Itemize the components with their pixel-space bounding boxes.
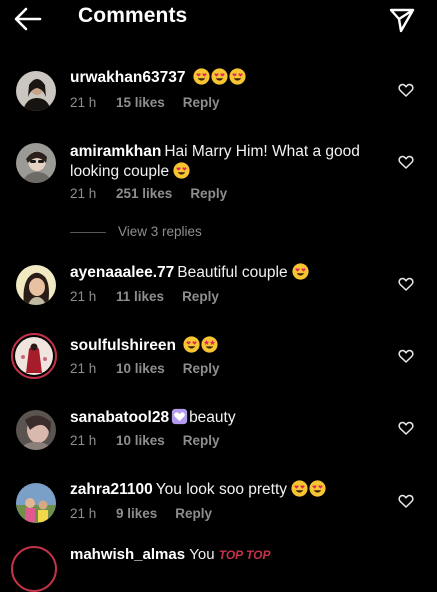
paper-plane-icon — [389, 8, 415, 33]
heart-eyes-emoji-icon — [193, 68, 210, 85]
comment-likes[interactable]: 15 likes — [116, 95, 165, 110]
comment-text: sanabatool28 beauty — [70, 408, 380, 428]
avatar[interactable] — [16, 71, 56, 111]
comment-body: beauty — [189, 409, 236, 426]
avatar[interactable] — [16, 265, 56, 305]
comment-meta: 21 h 251 likes Reply — [70, 186, 227, 201]
comment-likes[interactable]: 9 likes — [116, 506, 157, 521]
reply-button[interactable]: Reply — [183, 433, 220, 448]
back-button[interactable] — [14, 6, 42, 32]
comment-likes[interactable]: 11 likes — [116, 289, 164, 304]
reply-button[interactable]: Reply — [183, 95, 220, 110]
heart-eyes-emoji-icon — [211, 68, 228, 85]
comment-username[interactable]: mahwish_almas — [70, 546, 185, 563]
comment-meta: 21 h 10 likes Reply — [70, 433, 220, 448]
heart-eyes-emoji-icon — [292, 263, 309, 280]
comment-username[interactable]: soulfulshireen — [70, 337, 176, 354]
avatar[interactable] — [16, 410, 56, 450]
heart-icon[interactable] — [398, 348, 414, 364]
avatar[interactable] — [16, 483, 56, 523]
comment-text: urwakhan63737 — [70, 68, 380, 88]
comment-likes[interactable]: 251 likes — [116, 186, 172, 201]
comment-body: You — [189, 546, 215, 563]
reply-button[interactable]: Reply — [183, 361, 220, 376]
comment-time: 21 h — [70, 361, 97, 376]
page-title: Comments — [78, 4, 188, 27]
comment-text: zahra21100 You look soo pretty — [70, 480, 380, 500]
heart-eyes-emoji-icon — [309, 480, 326, 497]
heart-eyes-emoji-icon — [229, 68, 246, 85]
comment-text: soulfulshireen — [70, 336, 380, 356]
heart-eyes-emoji-icon — [291, 480, 308, 497]
comment-meta: 21 h 11 likes Reply — [70, 289, 219, 304]
view-replies-label: View 3 replies — [118, 224, 202, 239]
avatar[interactable] — [15, 337, 53, 375]
comment-text: ayenaaalee.77 Beautiful couple — [70, 263, 380, 283]
comment-username[interactable]: sanabatool28 — [70, 409, 169, 426]
heart-icon[interactable] — [398, 82, 414, 98]
replies-divider-line — [70, 231, 106, 233]
story-ring[interactable] — [11, 546, 57, 592]
reply-button[interactable]: Reply — [182, 289, 219, 304]
heart-icon[interactable] — [398, 493, 414, 509]
comment-meta: 21 h 10 likes Reply — [70, 361, 220, 376]
comment-username[interactable]: ayenaaalee.77 — [70, 264, 174, 281]
comment-time: 21 h — [70, 186, 97, 201]
reply-button[interactable]: Reply — [190, 186, 227, 201]
arrow-left-icon — [14, 7, 42, 31]
comment-time: 21 h — [70, 433, 97, 448]
comment-time: 21 h — [70, 289, 97, 304]
heart-icon[interactable] — [398, 276, 414, 292]
star-struck-emoji-icon — [201, 336, 218, 353]
comment-text: mahwish_almas You TOP TOP — [70, 546, 271, 563]
comment-meta: 21 h 9 likes Reply — [70, 506, 212, 521]
heart-eyes-emoji-icon — [183, 336, 200, 353]
share-button[interactable] — [388, 6, 416, 34]
avatar[interactable] — [16, 143, 56, 183]
reply-button[interactable]: Reply — [175, 506, 212, 521]
comment-body: Beautiful couple — [177, 264, 288, 281]
comment-meta: 21 h 15 likes Reply — [70, 95, 220, 110]
comment-likes[interactable]: 10 likes — [116, 361, 165, 376]
comment-text: amiramkhan Hai Marry Him! What a good loo… — [70, 142, 380, 182]
comment-likes[interactable]: 10 likes — [116, 433, 165, 448]
comment-username[interactable]: amiramkhan — [70, 143, 161, 160]
comment-time: 21 h — [70, 506, 97, 521]
comment-tag: TOP TOP — [218, 548, 271, 562]
header-bar: Comments — [0, 0, 437, 40]
comment-username[interactable]: urwakhan63737 — [70, 69, 185, 86]
heart-eyes-emoji-icon — [173, 162, 190, 179]
heart-box-emoji-icon — [171, 408, 188, 425]
comment-body: You look soo pretty — [155, 481, 288, 498]
heart-icon[interactable] — [398, 420, 414, 436]
heart-icon[interactable] — [398, 154, 414, 170]
comment-username[interactable]: zahra21100 — [70, 481, 153, 498]
view-replies-button[interactable]: View 3 replies — [70, 224, 202, 239]
comment-time: 21 h — [70, 95, 97, 110]
